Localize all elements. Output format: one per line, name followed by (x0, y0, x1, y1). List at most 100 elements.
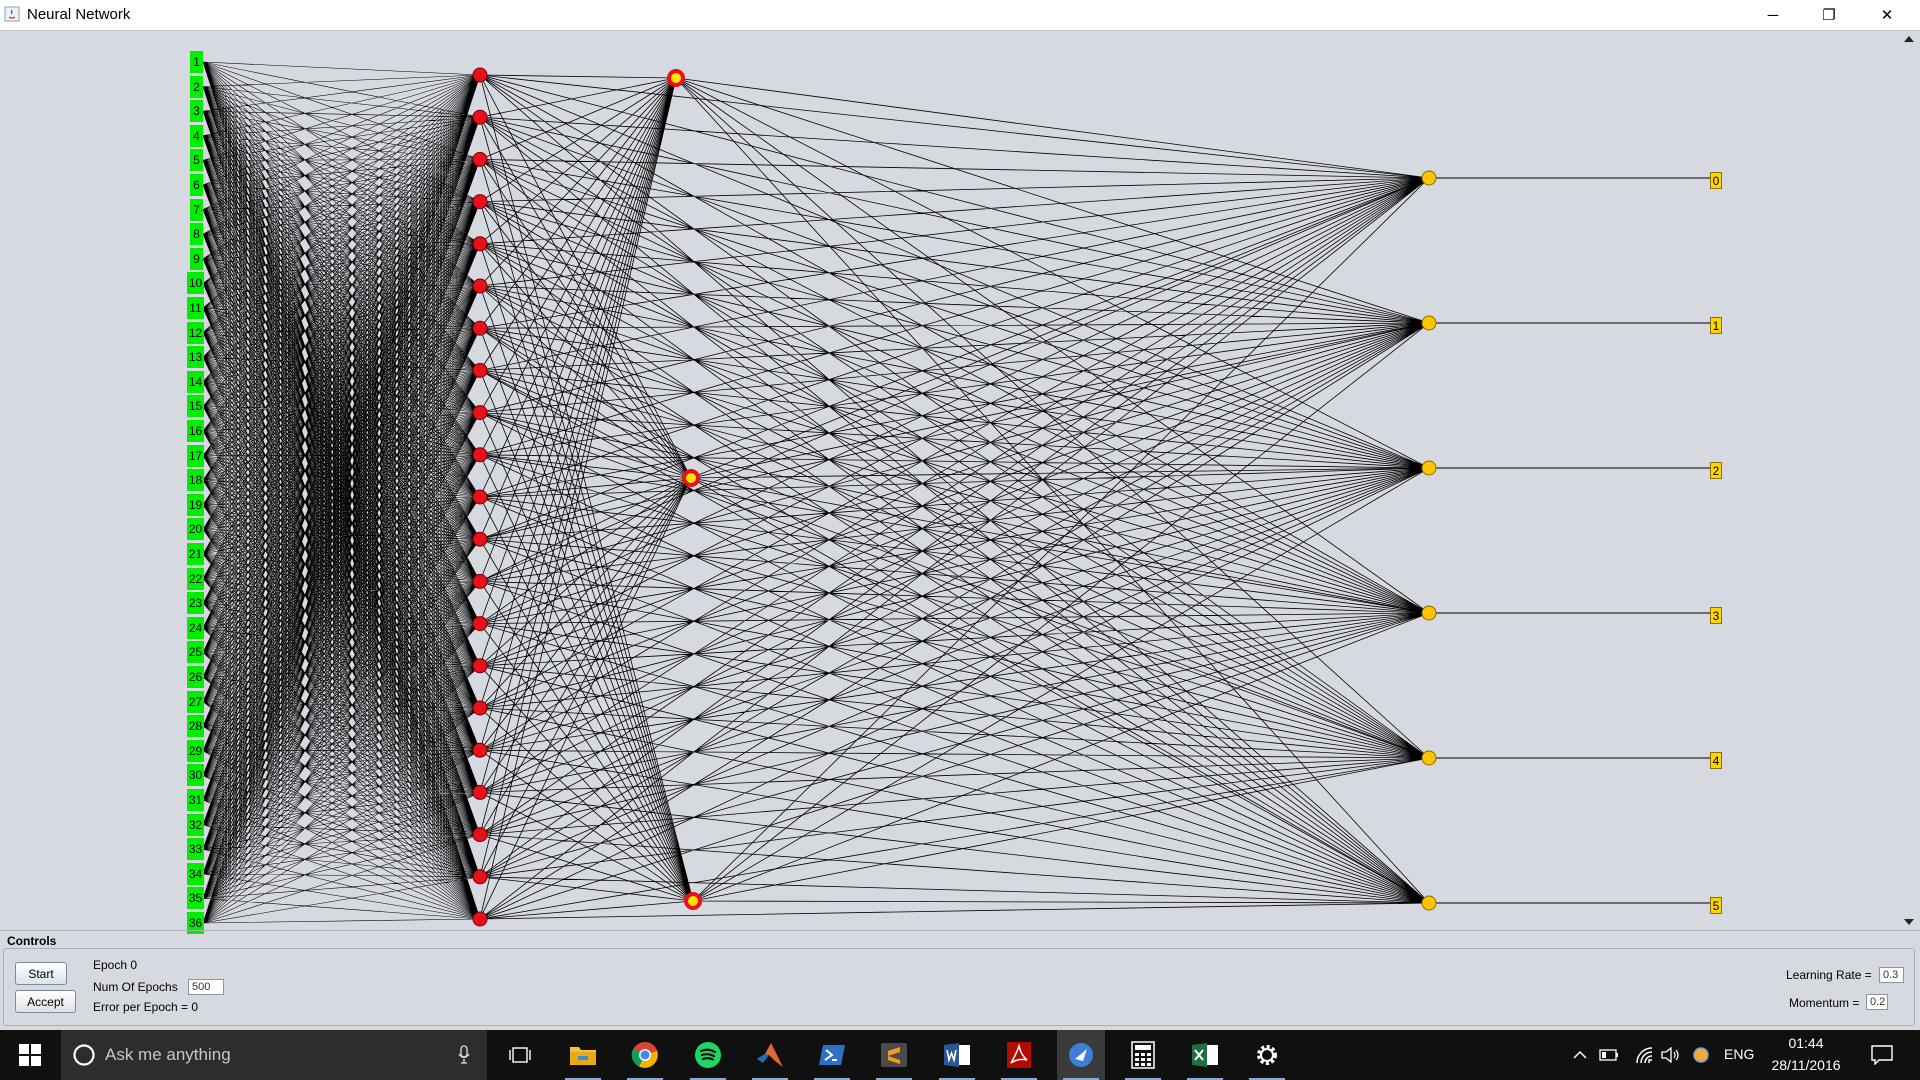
input-node: 27 (187, 690, 204, 713)
battery-button[interactable] (1597, 1030, 1621, 1080)
hidden1-node (472, 278, 488, 294)
input-node: 16 (187, 420, 204, 442)
acrobat-icon (1007, 1042, 1031, 1068)
battery-icon (1599, 1049, 1618, 1061)
learning-rate-input[interactable]: 0.3 (1879, 967, 1904, 983)
output-label: 5 (1710, 897, 1722, 914)
cortana-search-box[interactable]: Ask me anything (61, 1030, 487, 1080)
vertical-scrollbar[interactable] (1900, 31, 1917, 930)
hidden1-node (472, 700, 488, 716)
sublime-icon (881, 1043, 907, 1067)
hidden1-node (472, 911, 488, 927)
acrobat-button[interactable] (995, 1030, 1043, 1080)
maximize-button[interactable]: ❐ (1806, 0, 1852, 30)
num-epochs-input[interactable]: 500 (188, 979, 224, 995)
hidden1-node (472, 405, 488, 421)
volume-button[interactable] (1658, 1030, 1682, 1080)
num-epochs-label: Num Of Epochs (93, 980, 178, 994)
chrome-button[interactable] (621, 1030, 669, 1080)
edges-hidden2-output (675, 77, 1430, 904)
output-node (1421, 605, 1437, 621)
output-node (1421, 315, 1437, 331)
settings-button[interactable] (1243, 1030, 1291, 1080)
hidden1-node (472, 67, 488, 83)
scroll-down-icon[interactable] (1904, 919, 1914, 925)
excel-button[interactable] (1181, 1030, 1229, 1080)
neural-network-app-icon (1069, 1043, 1093, 1067)
start-button[interactable]: Start (15, 962, 67, 985)
microphone-icon[interactable] (457, 1045, 471, 1065)
calculator-icon (1131, 1041, 1155, 1069)
input-node: 4 (190, 124, 203, 147)
settings-icon (1257, 1045, 1277, 1065)
input-node: 18 (187, 469, 204, 492)
file-explorer-icon (570, 1047, 596, 1065)
output-node (1421, 460, 1437, 476)
file-explorer-button[interactable] (559, 1030, 607, 1080)
scroll-up-icon[interactable] (1904, 36, 1914, 42)
input-node: 30 (187, 764, 204, 787)
speaker-icon (1661, 1047, 1679, 1063)
hidden2-node-core (688, 896, 698, 906)
taskbar: Ask me anything ENG 01:44 28/11/2016 (0, 1030, 1920, 1080)
input-node: 29 (187, 739, 204, 762)
momentum-input[interactable]: 0.2 (1866, 994, 1888, 1010)
hidden1-node (472, 109, 488, 125)
clock-time[interactable]: 01:44 (1765, 1035, 1847, 1051)
accept-button[interactable]: Accept (15, 990, 76, 1013)
input-node: 13 (187, 346, 204, 369)
title-bar[interactable]: Neural Network ─ ❐ ✕ (0, 0, 1920, 31)
calculator-button[interactable] (1119, 1030, 1167, 1080)
network-canvas[interactable]: 1 2 3 4 5 6 7 8 9 10 11 12 13 14 15 16 17 18 19 20 21 22 23 24 2… (3, 31, 1900, 934)
window-title: Neural Network (27, 6, 131, 23)
spotify-icon (695, 1042, 721, 1068)
input-node: 6 (190, 174, 203, 196)
hidden1-node (472, 489, 488, 505)
hidden1-node (472, 531, 488, 547)
chevron-up-icon (1573, 1050, 1587, 1059)
input-node: 14 (187, 370, 204, 393)
controls-divider (0, 930, 1920, 931)
powershell-button[interactable] (808, 1030, 856, 1080)
task-view-button[interactable] (496, 1030, 544, 1080)
input-node: 20 (187, 518, 204, 541)
output-label: 0 (1710, 172, 1722, 189)
hidden1-node (472, 320, 488, 336)
java-app-taskbar-button[interactable] (1057, 1030, 1105, 1080)
action-center-button[interactable] (1858, 1030, 1906, 1080)
start-menu-button[interactable] (0, 1030, 60, 1080)
hidden1-node (472, 194, 488, 210)
clock-date[interactable]: 28/11/2016 (1765, 1057, 1847, 1073)
sublime-button[interactable] (870, 1030, 918, 1080)
hidden1-node (472, 742, 488, 758)
powershell-icon (819, 1045, 845, 1065)
spotify-button[interactable] (684, 1030, 732, 1080)
show-hidden-icons-button[interactable] (1568, 1030, 1592, 1080)
hidden1-node (472, 362, 488, 378)
hidden1-node (472, 573, 488, 589)
hidden1-node (472, 658, 488, 674)
windows-logo-icon (19, 1044, 41, 1066)
hidden1-node (472, 151, 488, 167)
input-node: 31 (187, 789, 204, 811)
output-node (1421, 750, 1437, 766)
input-node: 26 (187, 666, 204, 688)
hidden1-node (472, 616, 488, 632)
input-node: 8 (190, 223, 203, 246)
excel-icon (1192, 1043, 1218, 1067)
input-node: 10 (187, 272, 204, 295)
language-indicator[interactable]: ENG (1724, 1046, 1754, 1062)
input-node: 9 (190, 247, 203, 270)
hidden1-node (472, 447, 488, 463)
hidden2-node-core (686, 473, 696, 483)
word-button[interactable] (933, 1030, 981, 1080)
matlab-button[interactable] (746, 1030, 794, 1080)
output-label: 3 (1710, 607, 1722, 624)
network-button[interactable] (1632, 1030, 1656, 1080)
minimize-button[interactable]: ─ (1750, 0, 1796, 30)
error-per-epoch-label: Error per Epoch = 0 (93, 1000, 199, 1014)
weather-button[interactable] (1689, 1030, 1713, 1080)
close-button[interactable]: ✕ (1864, 0, 1910, 30)
output-label: 2 (1710, 462, 1722, 479)
output-node (1421, 895, 1437, 911)
